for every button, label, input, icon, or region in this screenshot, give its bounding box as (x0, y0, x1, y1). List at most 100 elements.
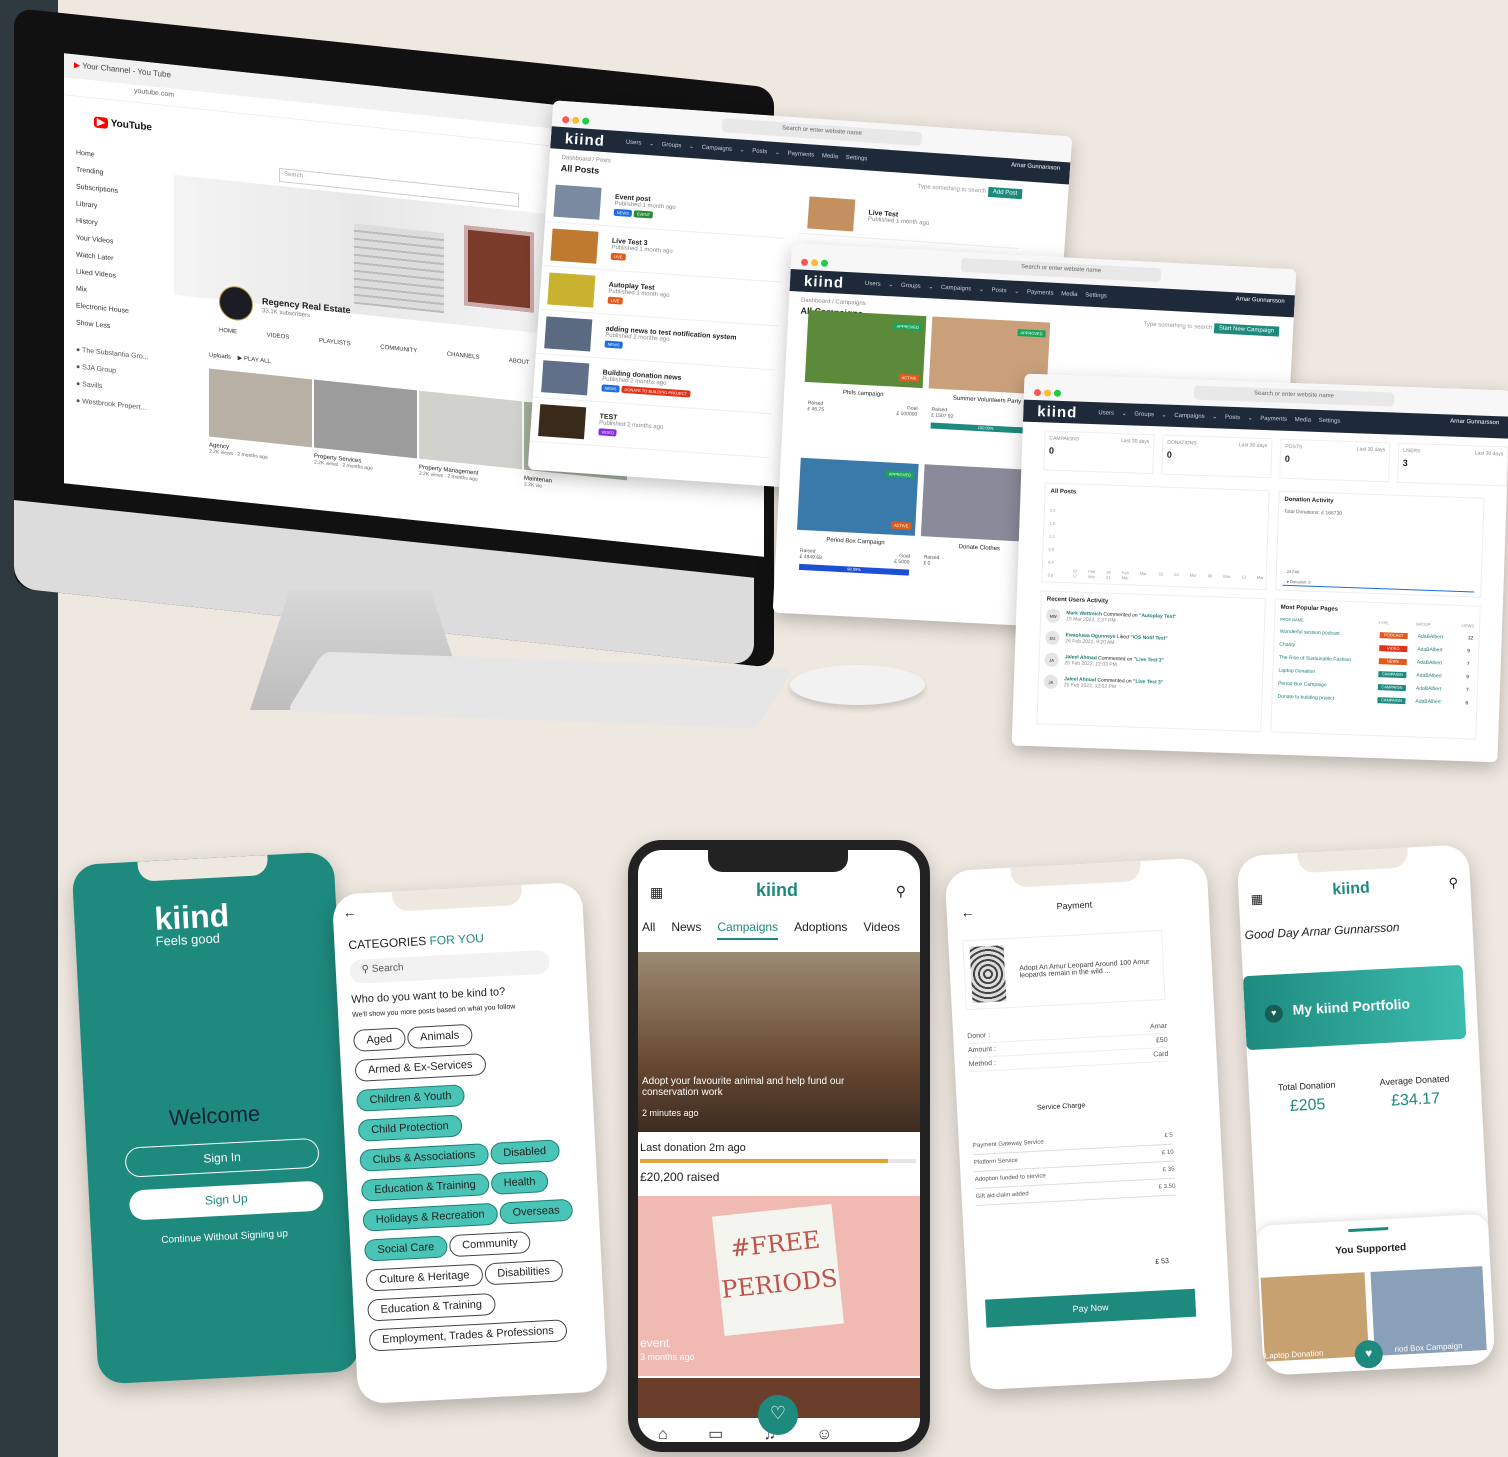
page-name[interactable]: Period Box Campaign (1278, 681, 1378, 690)
table-row[interactable]: Laptop Donation CAMPAIGN AdaBAlbert 9 (1278, 668, 1472, 681)
activity-target[interactable]: "Live Test 3" (1134, 657, 1164, 664)
page-name[interactable]: Charity (1279, 642, 1379, 651)
video-thumbnail[interactable] (419, 390, 522, 470)
supported-card[interactable]: Laptop Donation (1260, 1272, 1369, 1362)
search-input[interactable]: ⚲ Search (349, 949, 551, 985)
admin-menu[interactable]: Users ⌄ Groups ⌄ Campaigns ⌄ Posts ⌄ Pay… (1098, 409, 1340, 424)
campaign-card[interactable]: APPROVED ACTIVE Phils campaign Raised £ 46.7… (803, 309, 927, 418)
status-badge: LIVE (610, 252, 626, 261)
table-row[interactable]: Wonderful session podcast PODCAST AdaBAlbe… (1280, 629, 1474, 642)
charge-value: £ 3.50 (1158, 1183, 1176, 1191)
last-donation: Last donation 2m ago (640, 1142, 746, 1154)
category-chip[interactable]: Community (448, 1230, 532, 1258)
tab-all[interactable]: All (642, 920, 655, 934)
activity-target[interactable]: "Live Test 3" (1133, 679, 1163, 686)
progress-bar (640, 1159, 916, 1163)
category-chip[interactable]: Holidays & Recreation (362, 1202, 499, 1232)
stat-label: POSTS (1285, 443, 1303, 451)
page-group: AdaBAlbert (1415, 698, 1441, 706)
search-icon[interactable]: ⚲ (1448, 875, 1458, 891)
category-chip[interactable]: Overseas (499, 1198, 574, 1225)
charge-label: Payment Gateway Service (972, 1139, 1044, 1150)
category-chip[interactable]: Disabled (489, 1139, 560, 1165)
user-name[interactable]: Arnar Gunnarsson (1450, 419, 1499, 427)
kiind-logo: kiind Feels good (153, 897, 231, 949)
search-icon[interactable]: ⚲ (896, 883, 906, 900)
category-chip[interactable]: Clubs & Associations (359, 1143, 489, 1172)
stairs-image (354, 223, 444, 314)
home-icon: ⌂ (658, 1426, 668, 1443)
tab-campaigns[interactable]: Campaigns (717, 920, 779, 940)
table-row[interactable]: Period Box Campaign CAMPAIGN AdaBAlbert 7 (1278, 681, 1472, 694)
grid-menu-icon[interactable]: ▦ (650, 884, 663, 901)
video-card[interactable]: Property Services 2.2K views . 2 months a… (314, 379, 417, 477)
video-card[interactable]: Agency 2.2K views . 2 months ago (209, 368, 312, 465)
campaign-name: Phils campaign (842, 389, 884, 399)
campaign-card[interactable]: APPROVED ACTIVE Period Box Campaign Raised £… (795, 457, 919, 580)
campaign-figures: Raised £ 4949.68 Goal £ 5000 (795, 548, 913, 566)
grid-menu-icon[interactable]: ▦ (1250, 891, 1263, 908)
continue-link[interactable]: Continue Without Signing up (161, 1228, 288, 1246)
post-image[interactable]: #FREE PERIODS event 3 months ago (638, 1196, 920, 1376)
supported-card[interactable]: riod Box Campaign (1370, 1266, 1487, 1356)
video-thumbnail[interactable] (209, 368, 312, 448)
category-chip[interactable]: Social Care (363, 1235, 448, 1262)
tab-videos[interactable]: Videos (863, 920, 899, 934)
table-row[interactable]: Charity VIDEO AdaBAlbert 9 (1279, 642, 1473, 655)
portfolio-button[interactable]: ♥ My kiind Portfolio (1242, 964, 1467, 1051)
goal: Goal £ 5000 (894, 553, 910, 566)
category-chip[interactable]: Armed & Ex-Services (354, 1053, 486, 1082)
pay-now-button[interactable]: Pay Now (985, 1288, 1197, 1328)
raised-amount: £20,200 raised (640, 1170, 720, 1184)
table-row[interactable]: Donate to building project CAMPAIGN AdaBAl… (1277, 694, 1471, 707)
total: £ 53 (1155, 1258, 1170, 1266)
video-card[interactable]: Property Management 2.2K views . 2 months… (419, 390, 522, 488)
back-arrow-icon[interactable]: ← (342, 904, 357, 921)
user-name[interactable]: Arnar Gunnarsson (1011, 162, 1060, 171)
activity-item: JA Jaleel Ahmad Commented on "Live Test 3… (1044, 652, 1257, 674)
page-name[interactable]: Laptop Donation (1278, 668, 1378, 677)
url-bar[interactable]: Search or enter website name (1193, 385, 1395, 407)
raised-value: £ 46.75 (807, 406, 825, 413)
category-chip[interactable]: Employment, Trades & Professions (368, 1319, 568, 1352)
category-chip[interactable]: Education & Training (360, 1173, 490, 1202)
status-badge: EVENT (633, 209, 654, 219)
tab-adoptions[interactable]: Adoptions (794, 920, 847, 934)
sign-up-button[interactable]: Sign Up (128, 1180, 324, 1221)
page-name[interactable]: Donate to building project (1277, 694, 1377, 703)
activity-target[interactable]: "Autoplay Test" (1139, 613, 1177, 620)
kiind-logo[interactable]: kiind (1037, 403, 1078, 421)
category-chip[interactable]: Animals (406, 1023, 473, 1050)
donation-activity-chart: Donation Activity Total Donations: £ 166… (1275, 490, 1485, 598)
status-badge: VIDEO (598, 427, 618, 437)
page-name[interactable]: The Rise of Sustainable Fashion (1279, 655, 1379, 664)
video-thumbnail[interactable] (314, 379, 417, 459)
kiind-logo[interactable]: kiind (804, 273, 845, 292)
back-arrow-icon[interactable]: ← (960, 904, 975, 921)
page-group: AdaBAlbert (1416, 672, 1442, 680)
kiind-logo[interactable]: kiind (564, 130, 605, 150)
approved-badge: APPROVED (1017, 328, 1046, 338)
post-thumbnail (547, 271, 596, 308)
heart-icon[interactable]: ♡ (758, 1395, 798, 1435)
category-chip[interactable]: Culture & Heritage (365, 1263, 483, 1292)
user-name[interactable]: Arnar Gunnarsson (1236, 296, 1285, 305)
category-chip[interactable]: Education & Training (367, 1292, 496, 1322)
category-chip[interactable]: Aged (352, 1027, 406, 1052)
youtube-logo[interactable]: ▶ YouTube (94, 116, 152, 134)
sign-in-button[interactable]: Sign In (124, 1137, 320, 1178)
tab-news[interactable]: News (671, 920, 701, 934)
admin-menu[interactable]: Users ⌄ Groups ⌄ Campaigns ⌄ Posts ⌄ Pay… (865, 280, 1107, 300)
post-image[interactable]: Adopt your favourite animal and help fun… (638, 952, 920, 1132)
campaign-name: Period Box Campaign (826, 537, 885, 547)
table-row[interactable]: The Rise of Sustainable Fashion NEWS AdaBA… (1279, 655, 1473, 668)
heart-icon[interactable]: ♥ (1354, 1339, 1384, 1369)
kiind-logo[interactable]: kiind (756, 880, 798, 901)
page-name[interactable]: Wonderful session podcast (1280, 629, 1380, 638)
category-chip[interactable]: Child Protection (357, 1114, 463, 1142)
activity-target[interactable]: "iOS Notif Test" (1130, 634, 1168, 641)
category-chip[interactable]: Disabilities (483, 1259, 564, 1286)
category-chip[interactable]: Children & Youth (356, 1084, 466, 1112)
category-chip[interactable]: Health (490, 1169, 549, 1195)
kiind-logo[interactable]: kiind (1332, 880, 1370, 900)
